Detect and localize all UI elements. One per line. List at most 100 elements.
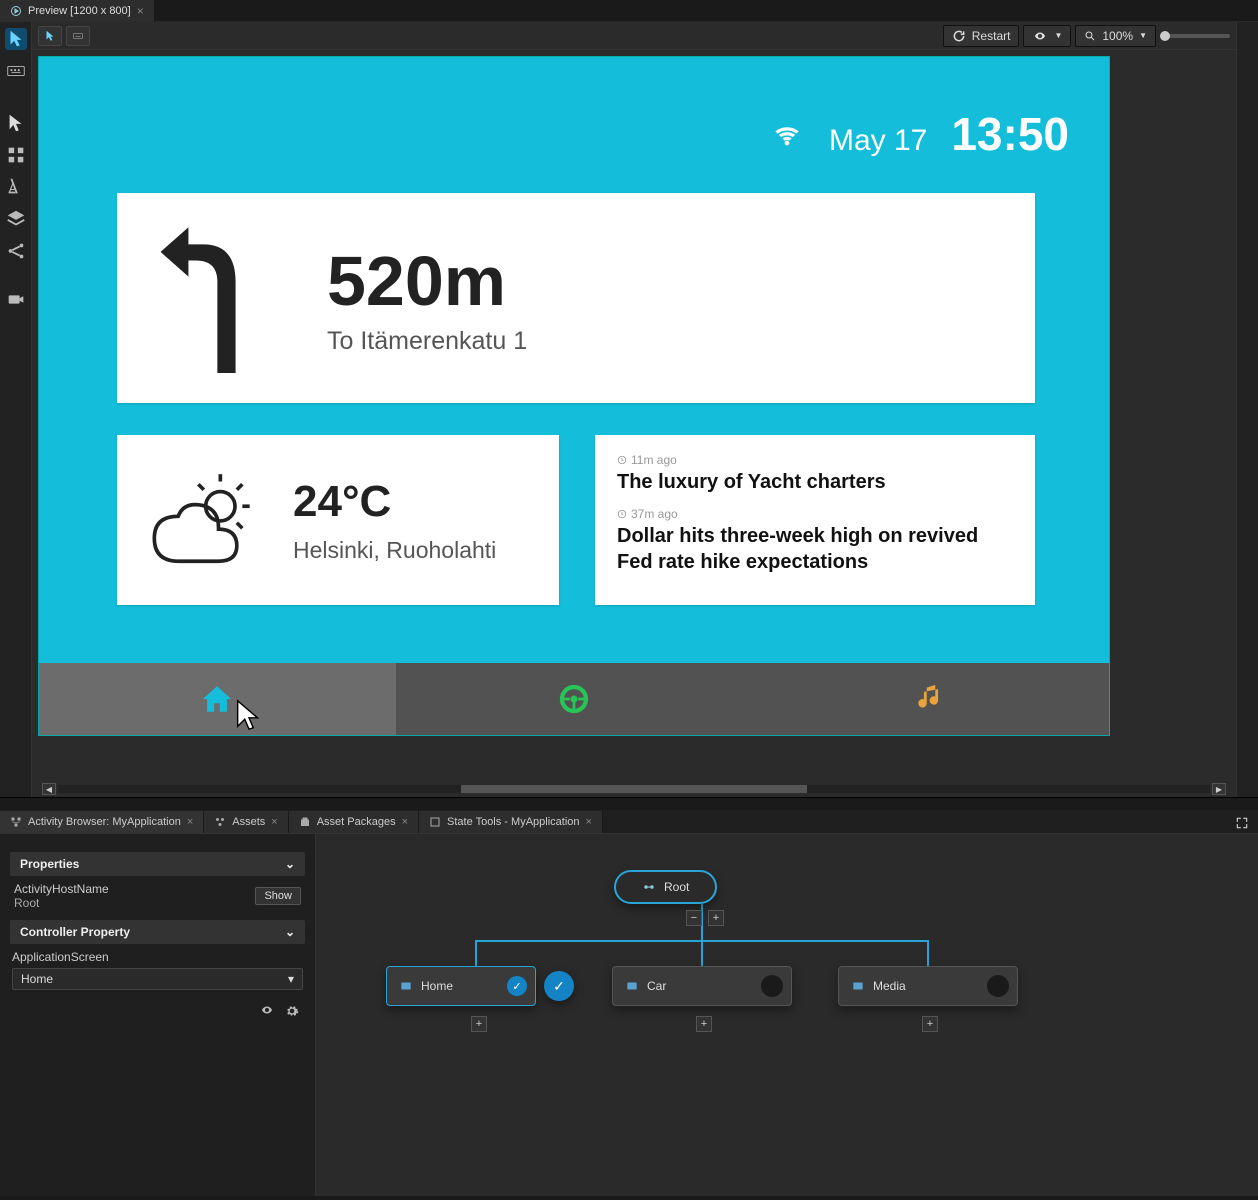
check-icon: ✓ — [507, 976, 527, 996]
app-screen-select[interactable]: Home ▾ — [12, 968, 303, 990]
news-headline-0: The luxury of Yacht charters — [617, 469, 1013, 495]
clock-icon — [617, 455, 627, 465]
nav-distance: 520m — [327, 241, 527, 321]
graph-node-car[interactable]: Car — [612, 966, 792, 1006]
close-icon[interactable]: × — [402, 816, 408, 828]
show-button[interactable]: Show — [255, 887, 301, 905]
chevron-down-icon: ⌄ — [285, 857, 295, 871]
steering-wheel-icon — [557, 682, 591, 716]
visibility-button[interactable]: ▼ — [1023, 25, 1071, 47]
node-media-label: Media — [873, 979, 906, 993]
left-tool-rail: A — [0, 22, 32, 797]
plus-icon[interactable]: + — [708, 910, 724, 926]
home-icon — [200, 682, 234, 716]
nav-car[interactable] — [396, 663, 753, 735]
tab-activity-browser[interactable]: Activity Browser: MyApplication × — [0, 811, 204, 833]
nav-home[interactable] — [39, 663, 396, 735]
weather-temp: 24°C — [293, 477, 496, 527]
tab-assets-label: Assets — [232, 816, 265, 828]
node-status-dot — [987, 975, 1009, 997]
right-rail — [1236, 22, 1258, 797]
gear-icon[interactable] — [285, 1004, 299, 1021]
plus-icon[interactable]: + — [922, 1016, 938, 1032]
news-age-1: 37m ago — [631, 507, 678, 521]
mouse-cursor-icon — [232, 698, 266, 732]
node-status-dot — [761, 975, 783, 997]
tab-strip: Preview [1200 x 800] × — [0, 0, 1258, 22]
prop-hostname-label: ActivityHostName — [14, 882, 109, 896]
close-tab-icon[interactable]: × — [137, 4, 144, 18]
properties-panel: Properties ⌄ ActivityHostName Root Show … — [0, 834, 316, 1196]
visibility-icon[interactable] — [259, 1004, 275, 1021]
zoom-value: 100% — [1102, 29, 1133, 43]
tab-packages-label: Asset Packages — [317, 816, 396, 828]
news-item: 11m ago The luxury of Yacht charters — [617, 453, 1013, 495]
status-bar: May 17 13:50 — [769, 107, 1069, 161]
tool-interact[interactable] — [5, 28, 27, 50]
nav-media[interactable] — [752, 663, 1109, 735]
node-home-label: Home — [421, 979, 453, 993]
close-icon[interactable]: × — [187, 816, 193, 828]
maximize-panel-icon[interactable] — [1232, 813, 1252, 833]
tool-keyboard[interactable] — [5, 60, 27, 82]
tool-pointer[interactable] — [5, 112, 27, 134]
graph-node-media[interactable]: Media — [838, 966, 1018, 1006]
plus-icon[interactable]: + — [471, 1016, 487, 1032]
status-time: 13:50 — [951, 107, 1069, 161]
status-date: May 17 — [829, 124, 927, 158]
plus-icon[interactable]: + — [696, 1016, 712, 1032]
turn-left-icon — [157, 223, 267, 373]
tool-text[interactable]: A — [5, 176, 27, 198]
app-screen-value: Home — [21, 972, 53, 986]
graph-node-root[interactable]: Root — [614, 870, 717, 904]
node-root-label: Root — [664, 880, 689, 894]
clock-icon — [617, 509, 627, 519]
close-icon[interactable]: × — [271, 816, 277, 828]
toolbar-keyboard-mode[interactable] — [66, 26, 90, 46]
news-card[interactable]: 11m ago The luxury of Yacht charters 37m… — [595, 435, 1035, 605]
prop-appscreen-label: ApplicationScreen — [12, 950, 303, 964]
graph-node-home[interactable]: Home ✓ — [386, 966, 536, 1006]
music-icon — [914, 682, 948, 716]
active-node-badge[interactable]: ✓ — [544, 971, 574, 1001]
activity-graph[interactable]: Root − + Home ✓ ✓ + Car + Media + — [316, 834, 1258, 1196]
toolbar-interact-mode[interactable] — [38, 26, 62, 46]
tool-share[interactable] — [5, 240, 27, 262]
restart-button[interactable]: Restart — [943, 25, 1020, 47]
zoom-control[interactable]: 100% ▼ — [1075, 25, 1156, 47]
bottom-panel-tabs: Activity Browser: MyApplication × Assets ×… — [0, 810, 1258, 834]
tab-preview-label: Preview [1200 x 800] — [28, 5, 131, 17]
nav-destination: To Itämerenkatu 1 — [327, 327, 527, 356]
horizontal-scrollbar[interactable]: ◀▶ — [38, 781, 1230, 797]
properties-header[interactable]: Properties ⌄ — [10, 852, 305, 876]
news-headline-1: Dollar hits three-week high on revived F… — [617, 523, 1013, 575]
news-item: 37m ago Dollar hits three-week high on r… — [617, 507, 1013, 575]
node-car-label: Car — [647, 979, 666, 993]
close-icon[interactable]: × — [586, 816, 592, 828]
tool-grid[interactable] — [5, 144, 27, 166]
tab-state-label: State Tools - MyApplication — [447, 816, 579, 828]
tool-camera[interactable] — [5, 288, 27, 310]
zoom-slider[interactable] — [1160, 34, 1230, 38]
tab-preview[interactable]: Preview [1200 x 800] × — [0, 0, 155, 22]
tab-state-tools[interactable]: State Tools - MyApplication × — [419, 811, 603, 833]
tab-asset-packages[interactable]: Asset Packages × — [289, 811, 419, 833]
chevron-down-icon: ⌄ — [285, 925, 295, 939]
prop-hostname-value: Root — [14, 896, 109, 910]
weather-icon — [147, 470, 257, 570]
controller-property-header[interactable]: Controller Property ⌄ — [10, 920, 305, 944]
tool-layers[interactable] — [5, 208, 27, 230]
canvas-toolbar: Restart ▼ 100% ▼ — [32, 22, 1236, 50]
wifi-icon — [769, 122, 805, 150]
tab-assets[interactable]: Assets × — [204, 811, 288, 833]
restart-label: Restart — [972, 29, 1011, 43]
device-nav-bar — [39, 663, 1109, 735]
weather-location: Helsinki, Ruoholahti — [293, 537, 496, 564]
device-preview: May 17 13:50 520m To Itämerenkatu 1 — [38, 56, 1110, 736]
tab-activity-label: Activity Browser: MyApplication — [28, 816, 181, 828]
navigation-card[interactable]: 520m To Itämerenkatu 1 — [117, 193, 1035, 403]
weather-card[interactable]: 24°C Helsinki, Ruoholahti — [117, 435, 559, 605]
collapse-node-button[interactable]: − — [686, 910, 702, 926]
chevron-down-icon: ▾ — [288, 972, 294, 986]
news-age-0: 11m ago — [631, 453, 677, 467]
